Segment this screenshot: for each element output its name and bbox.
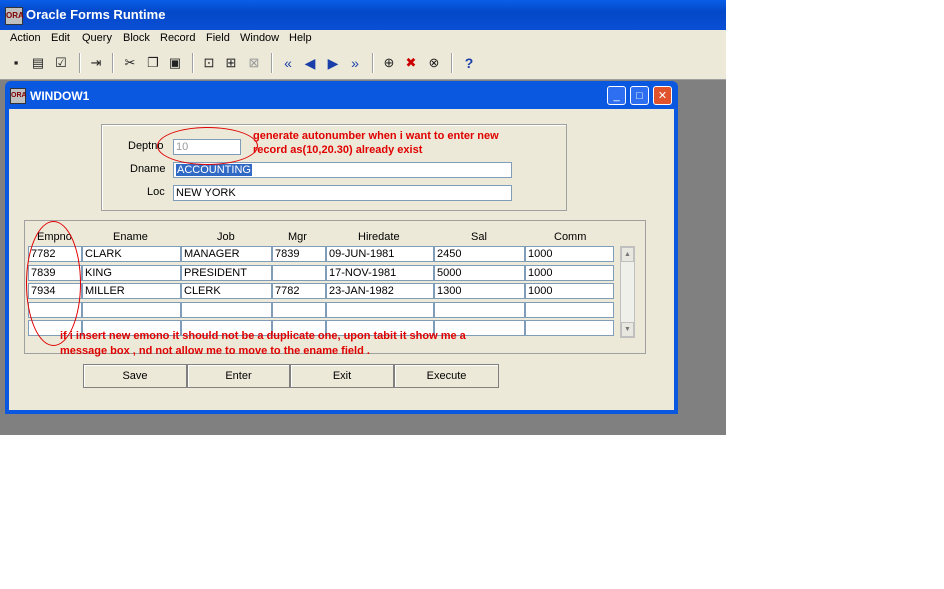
oracle-app-icon: ORA bbox=[5, 7, 24, 25]
emp-cell-comm[interactable]: 1000 bbox=[525, 283, 614, 299]
emp-cell-hiredate[interactable]: 09-JUN-1981 bbox=[326, 246, 434, 262]
column-header-hiredate: Hiredate bbox=[358, 231, 400, 243]
emp-cell-mgr[interactable] bbox=[272, 265, 326, 281]
save-icon[interactable]: ▪ bbox=[8, 55, 24, 71]
window-title: WINDOW1 bbox=[30, 89, 90, 103]
app-title: Oracle Forms Runtime bbox=[26, 7, 166, 22]
menu-query[interactable]: Query bbox=[82, 32, 112, 44]
emp-cell-sal[interactable]: 5000 bbox=[434, 265, 525, 281]
dname-label: Dname bbox=[130, 163, 166, 175]
emp-cell-hiredate[interactable]: 23-JAN-1982 bbox=[326, 283, 434, 299]
toolbar-separator bbox=[192, 53, 194, 73]
close-button[interactable]: ✕ bbox=[653, 86, 672, 105]
menu-action[interactable]: Action bbox=[10, 32, 41, 44]
lock-record-icon[interactable]: ⊗ bbox=[426, 55, 442, 71]
cancel-query-icon[interactable]: ⊠ bbox=[246, 55, 262, 71]
maximize-button[interactable]: □ bbox=[630, 86, 649, 105]
emp-cell-job[interactable]: MANAGER bbox=[181, 246, 272, 262]
next-record-icon[interactable]: ▶ bbox=[325, 55, 341, 71]
emp-cell-ename[interactable] bbox=[82, 302, 181, 318]
toolbar-separator bbox=[79, 53, 81, 73]
column-header-comm: Comm bbox=[554, 231, 587, 243]
annotation-autonumber-line2: record as(10,20.30) already exist bbox=[253, 144, 423, 156]
menu-record[interactable]: Record bbox=[160, 32, 195, 44]
column-header-ename: Ename bbox=[113, 231, 148, 243]
paste-icon[interactable]: ▣ bbox=[167, 55, 183, 71]
emp-cell-hiredate[interactable]: 17-NOV-1981 bbox=[326, 265, 434, 281]
emp-cell-comm[interactable]: 1000 bbox=[525, 246, 614, 262]
emp-cell-sal[interactable] bbox=[434, 302, 525, 318]
window-icon: ORA bbox=[10, 88, 27, 104]
enter-button[interactable]: Enter bbox=[187, 364, 290, 388]
menu-field[interactable]: Field bbox=[206, 32, 230, 44]
emp-cell-job[interactable]: PRESIDENT bbox=[181, 265, 272, 281]
toolbar-separator bbox=[112, 53, 114, 73]
save-button[interactable]: Save bbox=[83, 364, 187, 388]
oracle-forms-app: ORA Oracle Forms Runtime Action Edit Que… bbox=[0, 0, 726, 435]
emp-cell-ename[interactable]: CLARK bbox=[82, 246, 181, 262]
emp-cell-job[interactable]: CLERK bbox=[181, 283, 272, 299]
toolbar-separator bbox=[271, 53, 273, 73]
insert-record-icon[interactable]: ⊕ bbox=[381, 55, 397, 71]
emp-cell-sal[interactable]: 2450 bbox=[434, 246, 525, 262]
annotation-duplicate-line2: message box , nd not allow me to move to… bbox=[60, 345, 370, 357]
app-titlebar: ORA Oracle Forms Runtime bbox=[0, 0, 726, 30]
toolbar: ▪ ▤ ☑ ⇥ ✂ ❐ ▣ ⊡ ⊞ ⊠ « ◀ ▶ » ⊕ ✖ ⊗ ? bbox=[0, 48, 726, 80]
emp-cell-mgr[interactable]: 7839 bbox=[272, 246, 326, 262]
commit-icon[interactable]: ☑ bbox=[53, 55, 69, 71]
emp-scrollbar[interactable]: ▲ ▼ bbox=[620, 246, 635, 338]
emp-cell-mgr[interactable] bbox=[272, 302, 326, 318]
emp-cell-sal[interactable]: 1300 bbox=[434, 283, 525, 299]
emp-cell-comm[interactable] bbox=[525, 320, 614, 336]
emp-cell-comm[interactable] bbox=[525, 302, 614, 318]
execute-query-icon[interactable]: ⊞ bbox=[223, 55, 239, 71]
emp-cell-ename[interactable]: MILLER bbox=[82, 283, 181, 299]
loc-label: Loc bbox=[147, 186, 165, 198]
remove-record-icon[interactable]: ✖ bbox=[403, 55, 419, 71]
print-icon[interactable]: ▤ bbox=[30, 55, 46, 71]
enter-query-icon[interactable]: ⊡ bbox=[201, 55, 217, 71]
execute-button[interactable]: Execute bbox=[394, 364, 499, 388]
menu-block[interactable]: Block bbox=[123, 32, 150, 44]
previous-block-icon[interactable]: « bbox=[280, 55, 296, 71]
next-block-icon[interactable]: » bbox=[347, 55, 363, 71]
scroll-up-arrow-icon[interactable]: ▲ bbox=[621, 247, 634, 262]
help-icon[interactable]: ? bbox=[461, 55, 477, 71]
emp-cell-comm[interactable]: 1000 bbox=[525, 265, 614, 281]
previous-record-icon[interactable]: ◀ bbox=[302, 55, 318, 71]
scroll-down-arrow-icon[interactable]: ▼ bbox=[621, 322, 634, 337]
menu-help[interactable]: Help bbox=[289, 32, 312, 44]
copy-icon[interactable]: ❐ bbox=[145, 55, 161, 71]
menu-bar: Action Edit Query Block Record Field Win… bbox=[0, 30, 726, 48]
toolbar-separator bbox=[451, 53, 453, 73]
empno-annotation-ellipse bbox=[26, 221, 81, 346]
dname-field[interactable]: ACCOUNTING bbox=[173, 162, 512, 178]
menu-edit[interactable]: Edit bbox=[51, 32, 70, 44]
emp-cell-mgr[interactable]: 7782 bbox=[272, 283, 326, 299]
column-header-sal: Sal bbox=[471, 231, 487, 243]
annotation-duplicate-line1: if i insert new emono it should not be a… bbox=[60, 330, 466, 342]
menu-window[interactable]: Window bbox=[240, 32, 279, 44]
column-header-mgr: Mgr bbox=[288, 231, 307, 243]
exit-icon[interactable]: ⇥ bbox=[88, 55, 104, 71]
annotation-autonumber-line1: generate autonumber when i want to enter… bbox=[253, 130, 499, 142]
loc-field[interactable]: NEW YORK bbox=[173, 185, 512, 201]
column-header-job: Job bbox=[217, 231, 235, 243]
deptno-annotation-ellipse bbox=[157, 127, 258, 165]
exit-button[interactable]: Exit bbox=[290, 364, 394, 388]
cut-icon[interactable]: ✂ bbox=[122, 55, 138, 71]
minimize-button[interactable]: _ bbox=[607, 86, 626, 105]
dname-selected-text: ACCOUNTING bbox=[176, 164, 252, 176]
toolbar-separator bbox=[372, 53, 374, 73]
emp-cell-ename[interactable]: KING bbox=[82, 265, 181, 281]
emp-cell-hiredate[interactable] bbox=[326, 302, 434, 318]
emp-cell-job[interactable] bbox=[181, 302, 272, 318]
